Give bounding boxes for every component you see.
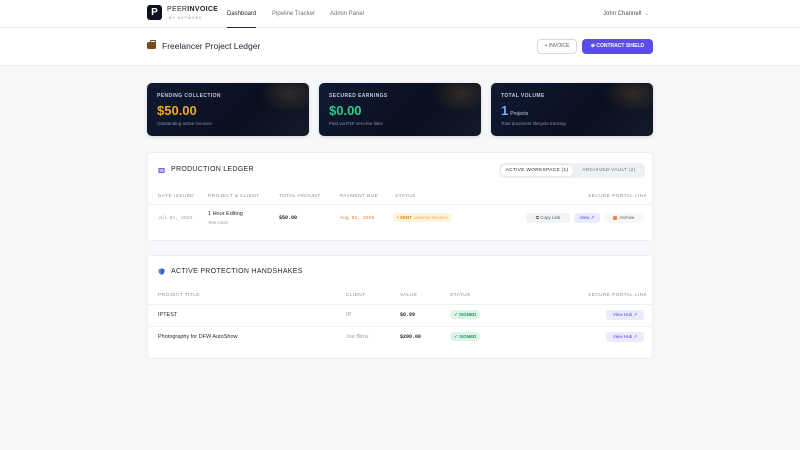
- archive-button[interactable]: Archive: [604, 213, 644, 223]
- nav-link-pipeline-tracker[interactable]: Pipeline Tracker: [272, 0, 315, 28]
- view-button[interactable]: View ↗: [574, 213, 600, 223]
- top-navbar: P PEERINVOICE BY NETWORK Dashboard Pipel…: [0, 0, 800, 28]
- status-note: AWAITING PAYMENT: [413, 216, 449, 220]
- project-name: 1 Hour Editing: [208, 211, 243, 217]
- workspace-tab-group: ACTIVE WORKSPACE (1) ARCHIVED VAULT (2): [499, 163, 645, 178]
- brand-name-part1: PEER: [167, 6, 188, 13]
- tab-active-workspace[interactable]: ACTIVE WORKSPACE (1): [501, 165, 573, 176]
- column-header-portal: SECURE PORTAL LINK: [588, 194, 648, 199]
- page-header: Freelancer Project Ledger + INVOICE ⊕ CO…: [0, 28, 800, 66]
- status-badge: ✓ SIGNED: [450, 332, 481, 341]
- stat-label: TOTAL VOLUME: [501, 93, 545, 99]
- value: $200.00: [400, 334, 422, 340]
- briefcase-icon: [147, 40, 156, 49]
- panel-title: ACTIVE PROTECTION HANDSHAKES: [171, 268, 303, 275]
- stat-value: $50.00: [157, 103, 197, 118]
- chevron-down-icon: ⌄: [644, 11, 649, 17]
- client-name: IP: [346, 312, 352, 318]
- nav-link-admin-panel[interactable]: Admin Panel: [330, 0, 364, 28]
- divider: [148, 204, 654, 205]
- logo-icon[interactable]: P: [147, 5, 162, 20]
- column-header-amount: TOTAL AMOUNT: [279, 194, 321, 199]
- production-ledger-panel: PRODUCTION LEDGER ACTIVE WORKSPACE (1) A…: [147, 152, 654, 241]
- column-header-value: VALUE: [400, 293, 418, 298]
- nav-link-dashboard[interactable]: Dashboard: [227, 0, 257, 28]
- archive-label: Archive: [619, 215, 635, 220]
- column-header-project: PROJECT & CLIENT: [208, 194, 260, 199]
- view-hub-button[interactable]: View Hub ↗: [606, 332, 644, 342]
- column-header-project-title: PROJECT TITLE: [158, 293, 200, 298]
- brand-tagline: BY NETWORK: [169, 16, 203, 20]
- stat-unit: Projects: [510, 111, 529, 117]
- stat-subtext: Total document lifecycle tracking: [501, 121, 566, 126]
- shield-icon: [158, 268, 165, 275]
- column-header-due: PAYMENT DUE: [340, 194, 379, 199]
- handshakes-panel: ACTIVE PROTECTION HANDSHAKES PROJECT TIT…: [147, 255, 654, 359]
- page-title: Freelancer Project Ledger: [162, 41, 261, 51]
- stat-label: PENDING COLLECTION: [157, 93, 221, 99]
- film-icon: [158, 168, 165, 173]
- client-name: Test Case: [208, 220, 229, 225]
- divider: [148, 326, 654, 327]
- divider: [148, 304, 654, 305]
- stat-card-volume: TOTAL VOLUME 1 Projects Total document li…: [491, 83, 653, 136]
- date-issued: Jul 01, 2026: [158, 216, 193, 221]
- view-hub-button[interactable]: View Hub ↗: [606, 310, 644, 320]
- copy-link-button[interactable]: ⧉ Copy Link: [526, 213, 570, 223]
- project-title: Photography for DFW AutoShow: [158, 334, 238, 340]
- total-amount: $50.00: [279, 215, 298, 221]
- status-badge: ✓ SIGNED: [450, 310, 481, 319]
- client-name: Joe Blow: [346, 334, 369, 340]
- user-name: John Channell: [603, 11, 642, 17]
- contract-shield-button[interactable]: ⊕ CONTRACT SHIELD: [582, 39, 653, 54]
- column-header-client: CLIENT: [346, 293, 366, 298]
- new-invoice-button[interactable]: + INVOICE: [537, 39, 577, 54]
- brand-name[interactable]: PEERINVOICE: [167, 6, 218, 13]
- brand-name-part2: INVOICE: [187, 6, 219, 13]
- column-header-status: STATUS: [395, 194, 416, 199]
- stat-label: SECURED EARNINGS: [329, 93, 388, 99]
- status-label: • SENT: [397, 215, 412, 220]
- stat-number: 1: [501, 103, 509, 118]
- column-header-status: STATUS: [450, 293, 471, 298]
- payment-due: Aug 01, 2026: [340, 216, 375, 221]
- tab-archived-vault[interactable]: ARCHIVED VAULT (2): [575, 165, 643, 176]
- column-header-date: DATE ISSUED: [158, 194, 195, 199]
- user-menu[interactable]: John Channell ⌄: [603, 0, 649, 28]
- stat-card-secured: SECURED EARNINGS $0.00 Paid via P2P zero…: [319, 83, 481, 136]
- archive-icon: [613, 215, 618, 220]
- stat-card-pending: PENDING COLLECTION $50.00 Outstanding ac…: [147, 83, 309, 136]
- project-title: IPTEST: [158, 312, 178, 318]
- panel-title: PRODUCTION LEDGER: [171, 166, 254, 173]
- stat-subtext: Paid via P2P zero-fee links: [329, 121, 383, 126]
- stat-subtext: Outstanding active invoices: [157, 121, 212, 126]
- stat-value: 1 Projects: [501, 103, 528, 118]
- column-header-portal: SECURE PORTAL LINK: [588, 293, 648, 298]
- value: $0.99: [400, 312, 416, 318]
- status-badge: • SENT AWAITING PAYMENT: [393, 213, 453, 222]
- stat-value: $0.00: [329, 103, 362, 118]
